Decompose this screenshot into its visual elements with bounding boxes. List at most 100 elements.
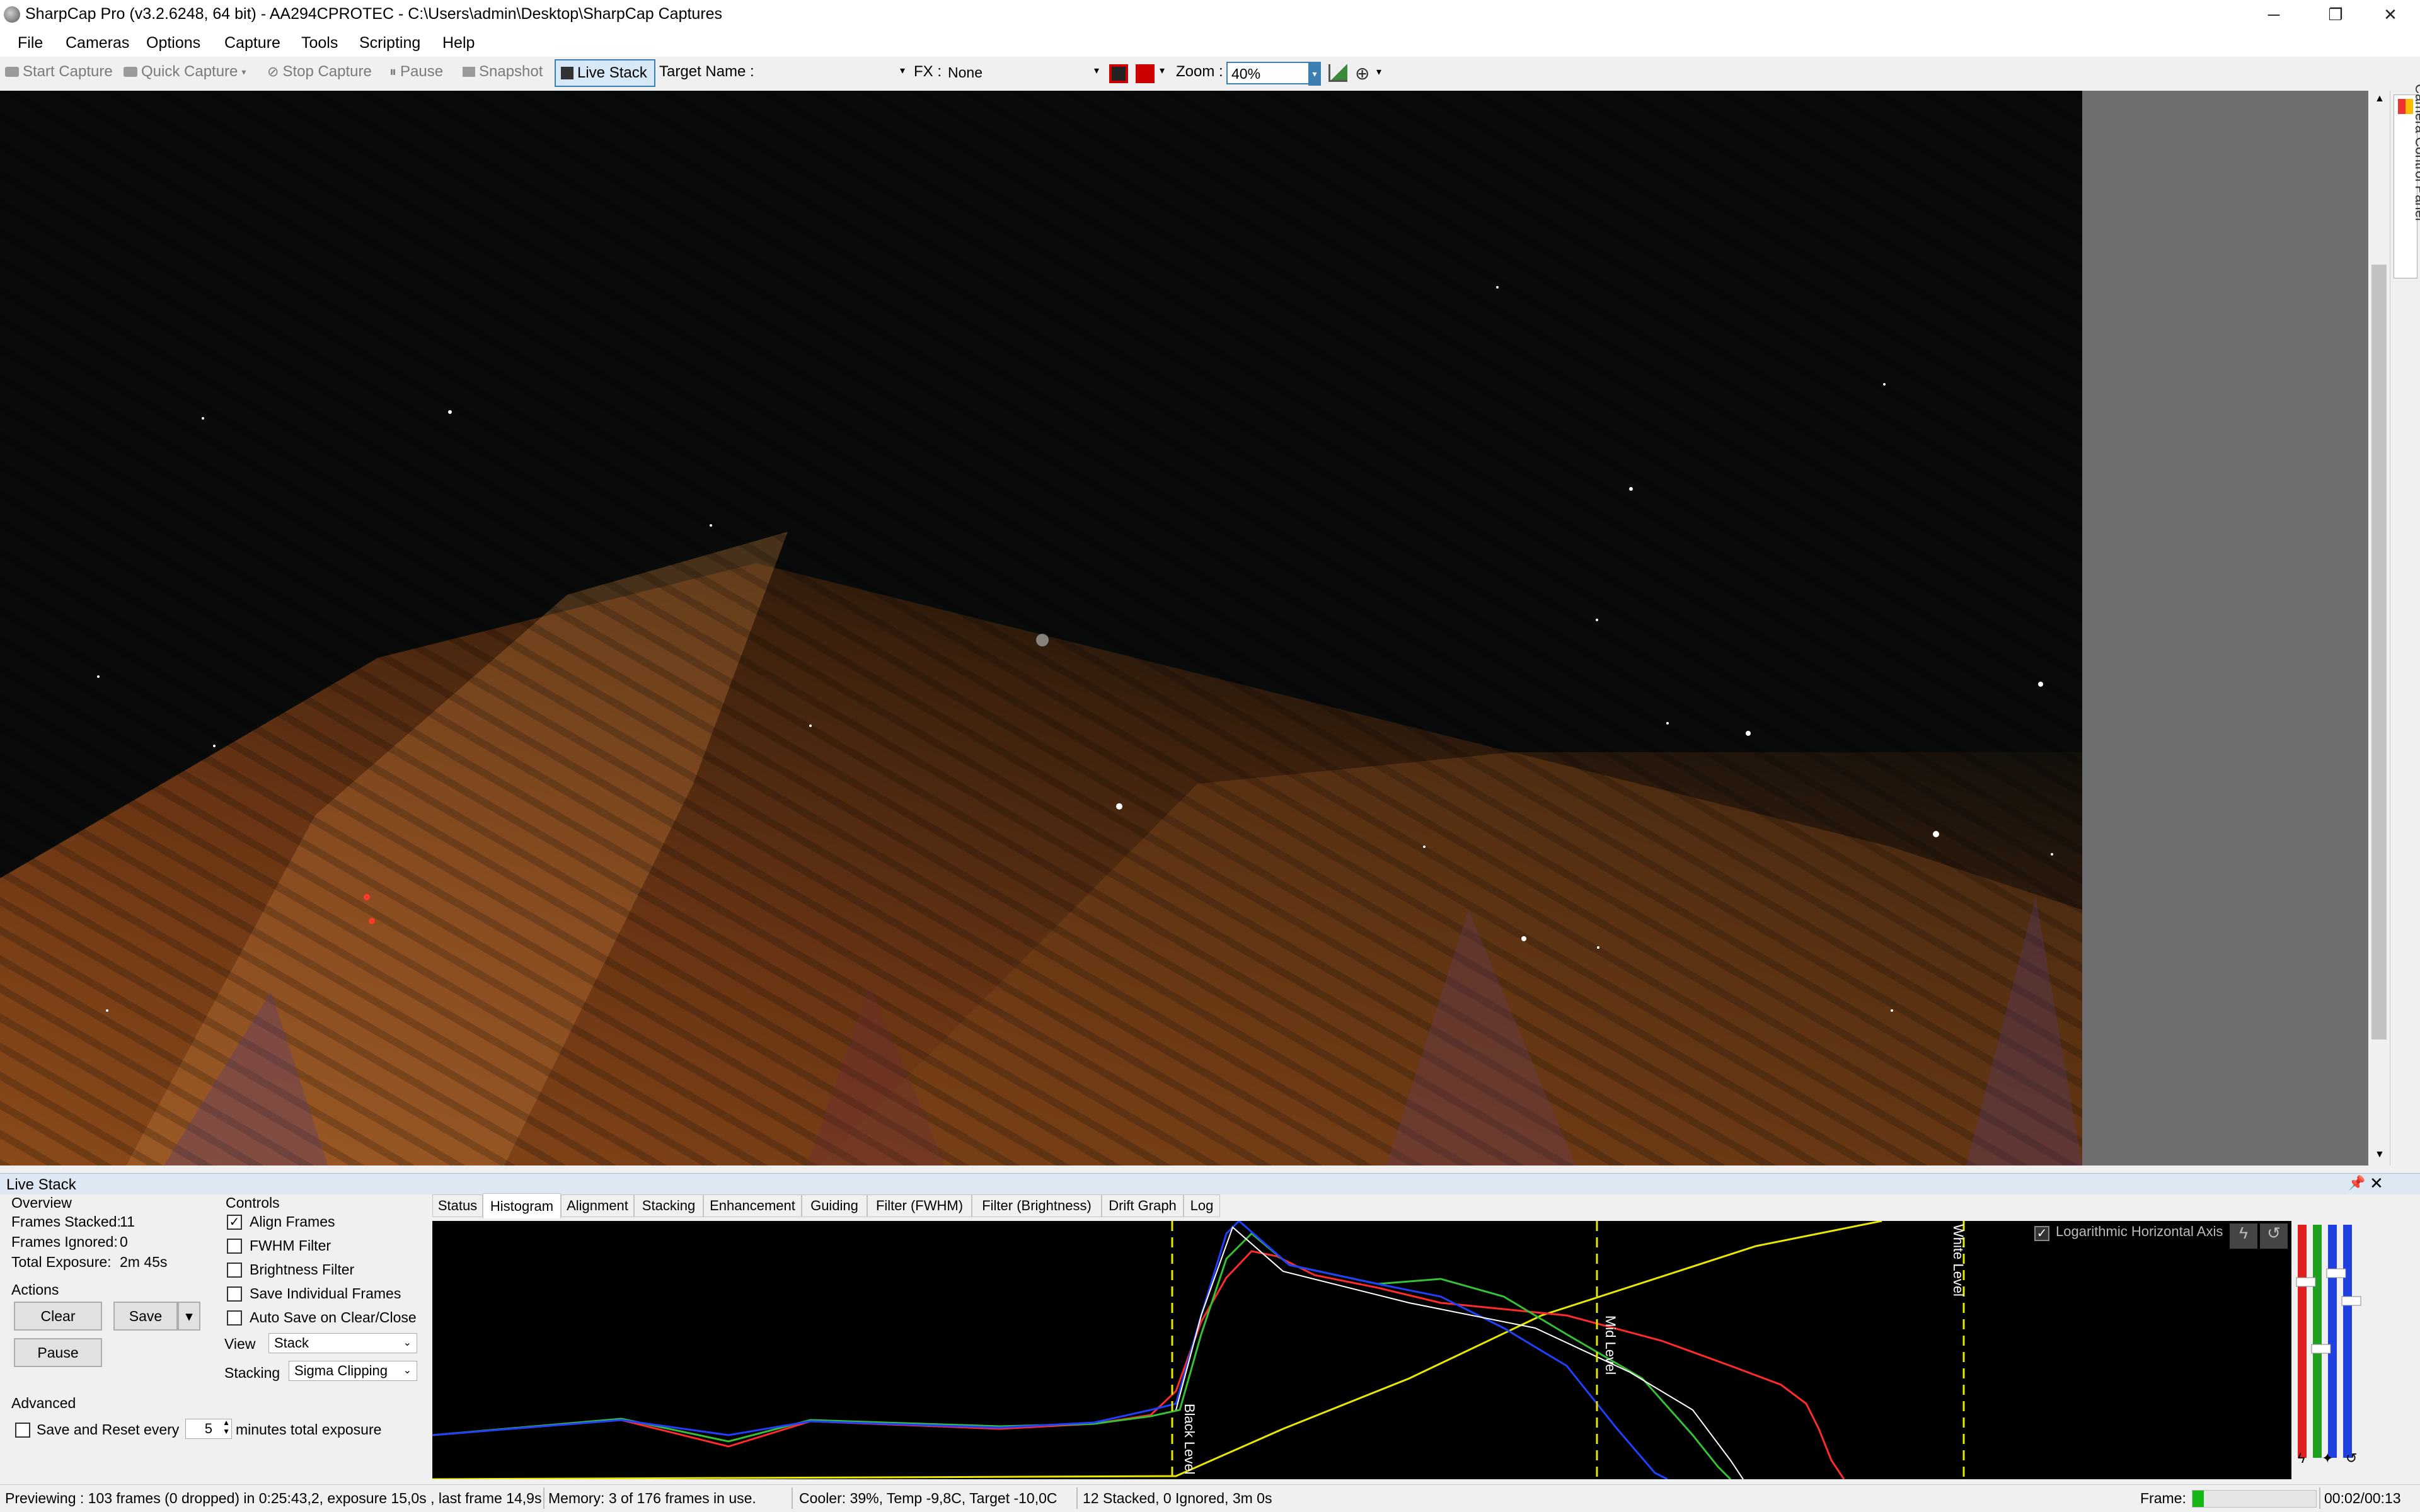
target-name-input[interactable]: ▾ [754, 62, 908, 84]
stop-capture-button[interactable]: ⊘ Stop Capture [267, 63, 372, 81]
image-viewport[interactable] [0, 91, 2082, 1166]
advanced-heading: Advanced [11, 1395, 76, 1411]
auto-save-label: Auto Save on Clear/Close [250, 1309, 417, 1326]
zoom-icon[interactable]: ⊕ [1355, 63, 1369, 84]
stack-icon [561, 67, 573, 79]
pause-icon: ⏸ [389, 64, 397, 79]
save-button[interactable]: Save [113, 1302, 178, 1331]
red-record-icon[interactable] [1109, 64, 1128, 83]
preview-status: Previewing : 103 frames (0 dropped) in 0… [5, 1490, 542, 1506]
chevron-down-icon[interactable]: ▾ [1160, 64, 1165, 77]
view-select[interactable]: Stack ⌄ [268, 1333, 417, 1353]
scroll-down-icon[interactable]: ▼ [2375, 1149, 2385, 1160]
maximize-button[interactable]: ❐ [2310, 0, 2361, 29]
reset-icon[interactable]: ↺ [2260, 1223, 2288, 1249]
frames-stacked-value: 11 [120, 1213, 135, 1230]
auto-stretch-icon[interactable]: ϟ [2230, 1223, 2257, 1249]
chevron-down-icon: ⌄ [403, 1337, 412, 1348]
pause-stack-button[interactable]: Pause [14, 1338, 102, 1367]
histogram-icon[interactable] [1328, 64, 1347, 82]
close-icon[interactable]: ✕ [2370, 1174, 2383, 1193]
tab-drift-graph[interactable]: Drift Graph [1102, 1194, 1184, 1217]
chevron-down-icon[interactable]: ▾ [1094, 64, 1099, 77]
histogram-plot[interactable]: Black Level Mid Level White Level ✓ Loga… [432, 1219, 2291, 1480]
fx-select[interactable]: None ▾ [944, 62, 1102, 84]
menu-options[interactable]: Options [146, 34, 200, 52]
menu-tools[interactable]: Tools [301, 34, 338, 52]
menu-scripting[interactable]: Scripting [359, 34, 420, 52]
crosshair-icon[interactable] [1136, 64, 1155, 83]
align-frames-checkbox[interactable]: ✓ [227, 1215, 242, 1230]
log-axis-checkbox[interactable]: ✓ [2034, 1226, 2049, 1241]
save-reset-suffix: minutes total exposure [236, 1421, 382, 1438]
chevron-down-icon[interactable]: ▾ [241, 67, 246, 77]
menu-bar: File Cameras Options Capture Tools Scrip… [0, 29, 2420, 57]
save-reset-value: 5 [204, 1421, 212, 1436]
save-reset-checkbox[interactable] [15, 1423, 30, 1438]
status-separator [2319, 1487, 2320, 1509]
scroll-up-icon[interactable]: ▲ [2375, 93, 2385, 105]
blue-histogram-line [432, 1219, 1668, 1480]
auto-balance-icon[interactable]: ϟ [2298, 1450, 2305, 1467]
tab-guiding[interactable]: Guiding [802, 1194, 867, 1217]
app-icon [4, 6, 20, 23]
scrollbar-thumb[interactable] [2371, 265, 2387, 1040]
star-icon[interactable]: ✦ [2322, 1450, 2333, 1467]
camera-control-panel-label: Camera Control Panel [2412, 84, 2420, 221]
start-capture-button[interactable]: Start Capture [5, 63, 113, 81]
save-dropdown-button[interactable]: ▾ [178, 1302, 200, 1331]
pause-button[interactable]: ⏸ Pause [389, 63, 443, 81]
snapshot-button[interactable]: Snapshot [463, 63, 543, 81]
status-bar: Previewing : 103 frames (0 dropped) in 0… [0, 1484, 2420, 1512]
zoom-select[interactable]: 40% [1226, 62, 1321, 84]
tab-histogram[interactable]: Histogram [483, 1193, 561, 1218]
window-title: SharpCap Pro (v3.2.6248, 64 bit) - AA294… [25, 5, 723, 23]
snapshot-icon [463, 67, 475, 77]
cooler-status: Cooler: 39%, Temp -9,8C, Target -10,0C [799, 1490, 1057, 1506]
tab-status[interactable]: Status [432, 1194, 483, 1217]
menu-capture[interactable]: Capture [224, 34, 280, 52]
pin-icon[interactable]: 📌 [2348, 1175, 2365, 1191]
zoom-label: Zoom : [1176, 63, 1223, 80]
live-stack-header: Live Stack 📌 ✕ [0, 1173, 2420, 1194]
tab-stacking[interactable]: Stacking [634, 1194, 703, 1217]
total-exposure-label: Total Exposure: [11, 1254, 112, 1270]
brightness-filter-label: Brightness Filter [250, 1261, 355, 1278]
close-button[interactable]: ✕ [2361, 0, 2420, 29]
chevron-down-icon[interactable]: ▾ [900, 64, 905, 77]
title-bar: SharpCap Pro (v3.2.6248, 64 bit) - AA294… [0, 0, 2420, 29]
frame-progress-fill [2192, 1491, 2204, 1507]
brightness-filter-checkbox[interactable] [227, 1263, 242, 1278]
align-frames-label: Align Frames [250, 1213, 335, 1230]
mid-level-label: Mid Level [1603, 1315, 1618, 1375]
menu-help[interactable]: Help [442, 34, 475, 52]
chevron-down-icon[interactable]: ▾ [1308, 62, 1321, 86]
chevron-down-icon[interactable]: ▾ [1376, 66, 1381, 78]
menu-cameras[interactable]: Cameras [66, 34, 129, 52]
tab-filter-brightness[interactable]: Filter (Brightness) [972, 1194, 1102, 1217]
clear-button[interactable]: Clear [14, 1302, 102, 1331]
tab-filter-fwhm[interactable]: Filter (FWHM) [867, 1194, 972, 1217]
zoom-value: 40% [1231, 66, 1261, 82]
menu-file[interactable]: File [18, 34, 43, 52]
fx-label: FX : [914, 63, 942, 80]
minimize-button[interactable]: ─ [2237, 0, 2310, 29]
tab-alignment[interactable]: Alignment [561, 1194, 634, 1217]
stacking-select[interactable]: Sigma Clipping ⌄ [289, 1361, 417, 1381]
live-stack-label: Live Stack [577, 64, 647, 81]
save-individual-checkbox[interactable] [227, 1286, 242, 1302]
tab-log[interactable]: Log [1184, 1194, 1220, 1217]
stretch-curve [432, 1220, 1882, 1480]
frames-stacked-label: Frames Stacked: [11, 1213, 121, 1230]
save-individual-label: Save Individual Frames [250, 1285, 401, 1302]
quick-capture-button[interactable]: Quick Capture ▾ [124, 63, 246, 81]
stack-status: 12 Stacked, 0 Ignored, 3m 0s [1083, 1490, 1272, 1506]
tab-enhancement[interactable]: Enhancement [703, 1194, 802, 1217]
live-stack-button[interactable]: Live Stack [555, 59, 655, 87]
luminance-histogram-line [1175, 1226, 1744, 1480]
stepper-icon[interactable]: ▲ ▼ [222, 1418, 230, 1436]
auto-save-checkbox[interactable] [227, 1310, 242, 1326]
fwhm-filter-checkbox[interactable] [227, 1239, 242, 1254]
reset-balance-icon[interactable]: ↺ [2346, 1450, 2357, 1467]
save-reset-stepper[interactable]: 5 ▲ ▼ [185, 1418, 232, 1439]
